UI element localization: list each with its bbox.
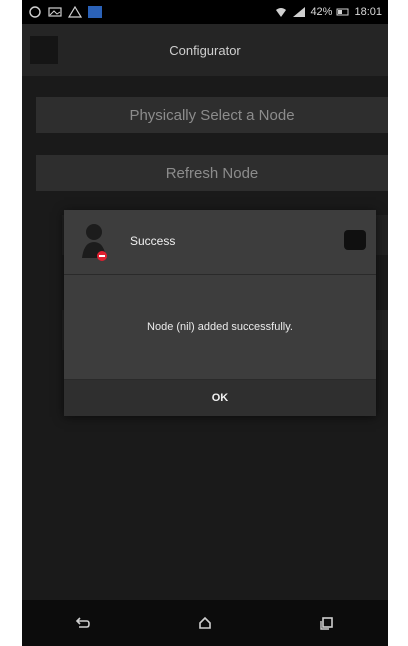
status-left [28, 6, 102, 18]
clock: 18:01 [354, 6, 382, 18]
image-icon [48, 7, 62, 17]
wifi-icon [276, 8, 287, 17]
battery-percent: 42% [310, 6, 333, 18]
back-button[interactable] [30, 36, 58, 64]
select-node-button[interactable]: Physically Select a Node [36, 97, 388, 133]
status-right: 42% 18:01 [274, 6, 382, 18]
refresh-node-button[interactable]: Refresh Node [36, 155, 388, 191]
app-notification-icon [88, 6, 102, 18]
nav-back-button[interactable] [71, 611, 95, 635]
status-bar: 42% 18:01 [22, 0, 388, 24]
dialog-title: Success [130, 234, 176, 248]
user-avatar-icon [82, 224, 107, 261]
app-badge-icon [344, 230, 366, 250]
ok-button[interactable]: OK [212, 392, 229, 404]
signal-icon [293, 7, 306, 17]
home-icon [199, 616, 211, 629]
back-icon [75, 617, 90, 628]
navigation-bar [22, 600, 388, 646]
battery-icon [336, 8, 349, 16]
nav-recents-button[interactable] [315, 611, 339, 635]
warning-icon [68, 6, 82, 18]
dialog-message: Node (nil) added successfully. [147, 321, 293, 333]
nav-home-button[interactable] [193, 611, 217, 635]
dialog-footer: OK [64, 379, 376, 416]
dialog-header: Success [64, 210, 376, 275]
recents-icon [320, 617, 333, 630]
whatsapp-icon [29, 6, 41, 18]
phone-screen: 42% 18:01 Configurator Physically Select… [22, 0, 388, 646]
page-title: Configurator [169, 42, 241, 58]
action-bar: Configurator [22, 24, 388, 76]
success-dialog: Success Node (nil) added successfully. O… [64, 210, 376, 416]
